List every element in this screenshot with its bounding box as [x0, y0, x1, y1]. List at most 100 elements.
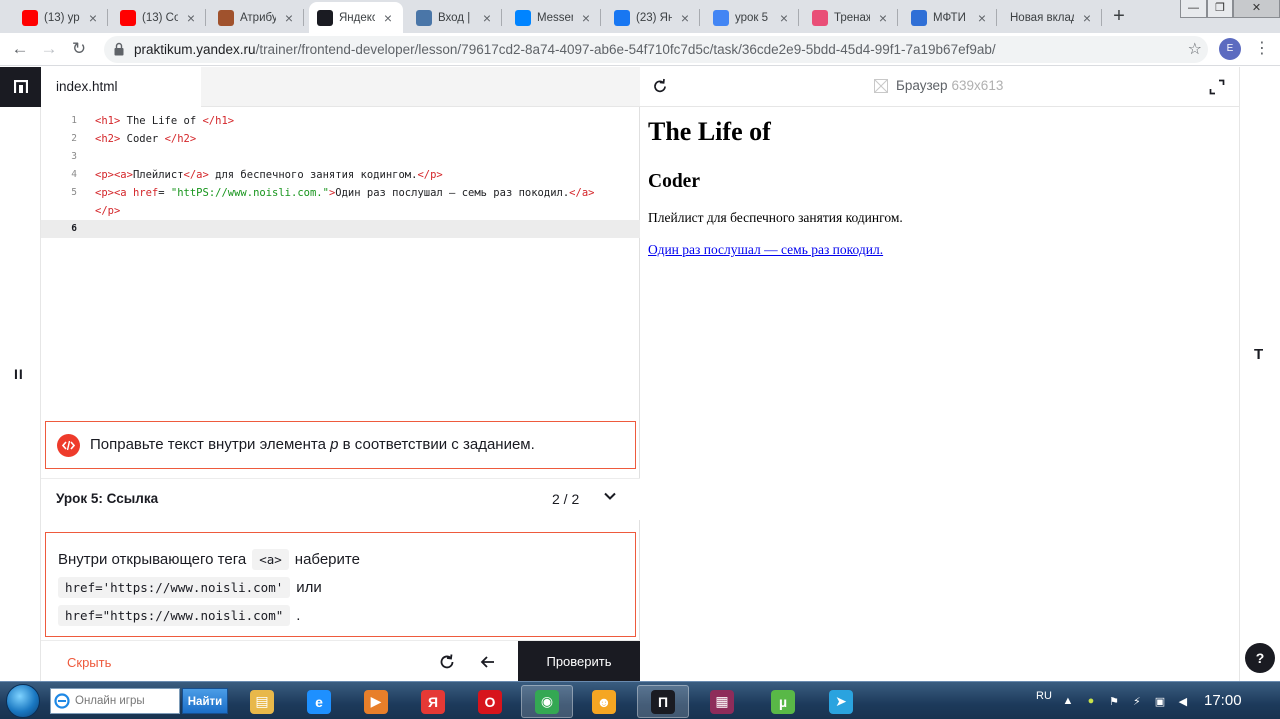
clock[interactable]: 17:00 [1204, 692, 1242, 709]
browser-tab[interactable]: Вход | В × [408, 2, 502, 33]
praktikum-logo[interactable] [0, 67, 41, 107]
close-tab-icon[interactable]: × [184, 10, 198, 26]
show-hidden-icons-icon[interactable]: ▲ [1061, 694, 1075, 708]
taskbar-app[interactable]: µ [757, 685, 809, 718]
start-button[interactable] [6, 684, 40, 718]
browser-tab[interactable]: (13) уро × [14, 2, 108, 33]
volume-icon[interactable]: ◀ [1176, 694, 1190, 708]
tab-title: (23) Янд [636, 11, 672, 24]
new-tab-button[interactable]: + [1106, 5, 1132, 29]
taskbar-app[interactable]: П [637, 685, 689, 718]
browser-tab[interactable]: Атрибут × [210, 2, 304, 33]
line-number: 5 [71, 187, 77, 198]
rendered-h1: The Life of [648, 117, 771, 146]
lesson-header[interactable]: Урок 5: Ссылка 2 / 2 [41, 478, 640, 520]
code-line[interactable]: 6 [41, 220, 640, 238]
tab-title: Новая вклад [1010, 11, 1074, 24]
yandex-browser-icon: Я [421, 689, 445, 714]
forward-arrow-icon[interactable]: → [37, 37, 61, 61]
pause-icon[interactable]: II [14, 366, 24, 382]
code-line-content[interactable]: <p><a href= "httPS://www.noisli.com.">Од… [95, 184, 594, 202]
close-tab-icon[interactable]: × [86, 10, 100, 26]
preview-size: 639x613 [951, 78, 1004, 93]
taskbar-app[interactable]: ▶ [350, 685, 402, 718]
chevron-down-icon[interactable] [603, 489, 617, 503]
taskbar-app[interactable]: ☻ [578, 685, 630, 718]
facebook-icon [614, 9, 630, 26]
browser-menu-icon[interactable]: ⋮ [1254, 38, 1270, 60]
code-line[interactable]: 1 <h1> The Life of </h1> [41, 112, 640, 130]
browser-tab[interactable]: (13) Colo × [112, 2, 206, 33]
tab-title: Атрибут [240, 11, 276, 24]
close-tab-icon[interactable]: × [678, 10, 692, 26]
close-window-button[interactable]: ✕ [1233, 0, 1280, 18]
hide-link[interactable]: Скрыть [67, 655, 111, 670]
taskbar-app[interactable]: ▤ [236, 685, 288, 718]
back-arrow-icon[interactable] [478, 652, 498, 672]
code-area[interactable]: 1 <h1> The Life of </h1> 2 <h2> Coder </h2>… [41, 112, 640, 238]
fullscreen-icon[interactable] [1209, 79, 1225, 95]
refresh-preview-icon[interactable] [651, 77, 669, 95]
browser-tab[interactable]: Новая вклад × [1002, 2, 1102, 33]
code-line-content[interactable]: </p> [95, 202, 120, 220]
browser-tab[interactable]: Яндекс. × [309, 2, 403, 33]
code-line[interactable]: 4 <p><a>Плейлист</a> для беспечного занят… [41, 166, 640, 184]
code-line[interactable]: </p> [41, 202, 640, 220]
close-tab-icon[interactable]: × [1080, 10, 1094, 26]
close-tab-icon[interactable]: × [480, 10, 494, 26]
htmlbook-icon [218, 9, 234, 26]
close-tab-icon[interactable]: × [381, 10, 395, 26]
back-arrow-icon[interactable]: ← [8, 37, 32, 61]
check-button[interactable]: Проверить [518, 641, 640, 682]
language-indicator[interactable]: RU [1036, 690, 1052, 702]
taskbar-app[interactable]: e [293, 685, 345, 718]
code-line[interactable]: 3 [41, 148, 640, 166]
browser-tab[interactable]: МФТИ - × [903, 2, 997, 33]
code-line-content[interactable]: <h1> The Life of </h1> [95, 112, 234, 130]
tab-separator [501, 9, 502, 26]
taskbar-search-input[interactable]: Онлайн игры [50, 688, 180, 714]
close-tab-icon[interactable]: × [579, 10, 593, 26]
taskbar-app[interactable]: ◉ [521, 685, 573, 718]
close-tab-icon[interactable]: × [975, 10, 989, 26]
profile-avatar[interactable]: E [1219, 38, 1241, 60]
file-tabs: index.html [41, 67, 640, 107]
code-line[interactable]: 5 <p><a href= "httPS://www.noisli.com.">О… [41, 184, 640, 202]
network-icon[interactable]: ▣ [1153, 694, 1167, 708]
code-line-content[interactable]: <h2> Coder </h2> [95, 130, 196, 148]
theory-toggle[interactable]: T [1254, 346, 1263, 363]
rendered-link[interactable]: Один раз послушал — семь раз покодил. [648, 242, 883, 257]
ie-icon: e [307, 689, 331, 714]
google-icon [713, 9, 729, 26]
taskbar-app[interactable]: Я [407, 685, 459, 718]
reload-icon[interactable]: ↻ [67, 37, 91, 61]
tab-separator [897, 9, 898, 26]
file-tab-index-html[interactable]: index.html [41, 67, 201, 107]
bookmark-star-icon[interactable]: ☆ [1188, 39, 1202, 59]
close-tab-icon[interactable]: × [876, 10, 890, 26]
flag-icon[interactable]: ⚑ [1107, 694, 1121, 708]
close-tab-icon[interactable]: × [282, 10, 296, 26]
taskbar-search-button[interactable]: Найти [182, 688, 228, 714]
tray-app-icon[interactable]: ● [1084, 694, 1098, 708]
code-line[interactable]: 2 <h2> Coder </h2> [41, 130, 640, 148]
tab-separator [303, 9, 304, 26]
ie-search-icon [54, 693, 70, 709]
browser-tab[interactable]: Messeng × [507, 2, 601, 33]
minimize-button[interactable]: — [1180, 0, 1207, 18]
address-bar[interactable]: praktikum.yandex.ru/trainer/frontend-dev… [104, 36, 1208, 63]
power-icon[interactable]: ⚡ [1130, 694, 1144, 708]
taskbar-app[interactable]: ▦ [696, 685, 748, 718]
browser-tab[interactable]: Тренаж × [804, 2, 898, 33]
youtube-icon [120, 9, 136, 26]
restore-button[interactable]: ❐ [1207, 0, 1233, 18]
taskbar-app[interactable]: ➤ [815, 685, 867, 718]
code-line-content[interactable]: <p><a>Плейлист</a> для беспечного заняти… [95, 166, 443, 184]
browser-tab[interactable]: (23) Янд × [606, 2, 700, 33]
taskbar-app[interactable]: O [464, 685, 516, 718]
browser-tab[interactable]: урок 5 с × [705, 2, 799, 33]
help-button[interactable]: ? [1245, 643, 1275, 673]
url-text[interactable]: praktikum.yandex.ru/trainer/frontend-dev… [134, 42, 996, 57]
reset-code-icon[interactable] [437, 652, 457, 672]
close-tab-icon[interactable]: × [777, 10, 791, 26]
